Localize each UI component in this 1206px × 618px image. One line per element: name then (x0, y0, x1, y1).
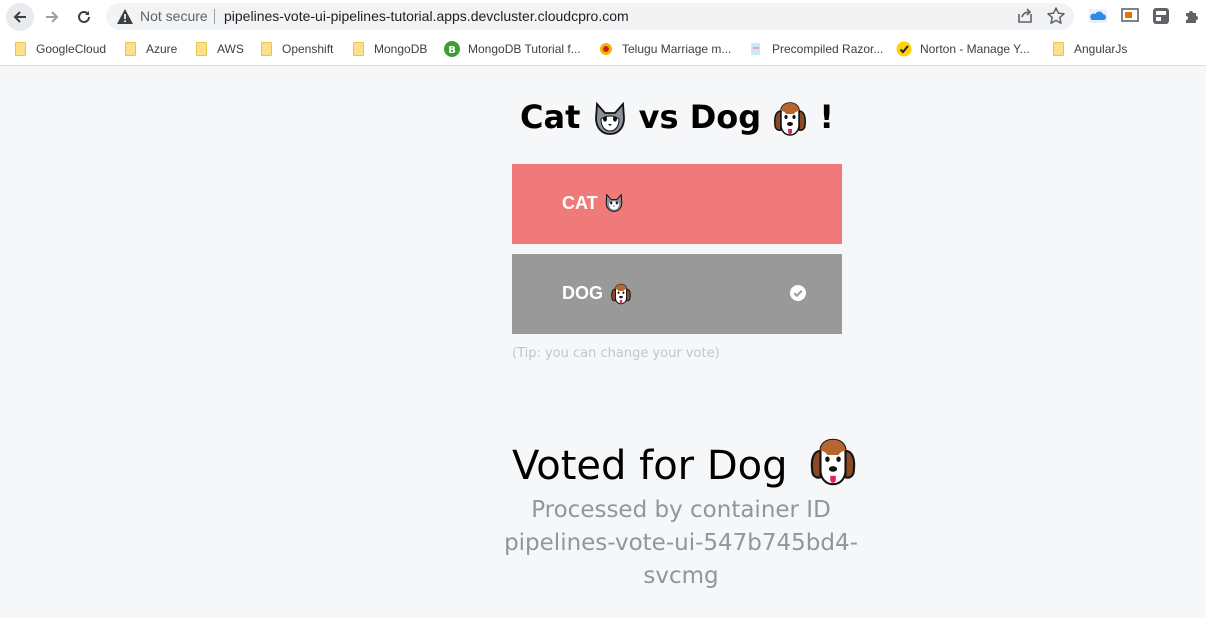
svg-text:B: B (448, 45, 456, 56)
browser-toolbar: Not secure pipelines-vote-ui-pipelines-t… (0, 0, 1206, 33)
bookmark-label: Norton - Manage Y... (920, 42, 1030, 56)
cat-face-icon (594, 101, 625, 135)
share-icon[interactable] (1016, 7, 1034, 25)
bookmark-label: AngularJs (1074, 42, 1128, 56)
bookmark-mongodb[interactable]: MongoDB (350, 39, 427, 59)
cat-face-icon (605, 193, 623, 212)
processed-line-3: svcmg (643, 563, 719, 589)
warning-triangle-icon[interactable] (116, 8, 134, 25)
site-icon (598, 41, 614, 57)
extension-icon (1153, 8, 1169, 24)
norton-icon (896, 41, 912, 57)
title-exclamation: ! (819, 98, 835, 136)
dog-face-icon (811, 438, 856, 486)
site-icon (748, 41, 764, 57)
bookmark-openshift[interactable]: Openshift (258, 39, 333, 59)
processed-by-info: Processed by container ID pipelines-vote… (500, 494, 862, 593)
bookmark-angularjs[interactable]: AngularJs (1050, 39, 1127, 59)
voted-result: Voted for Dog (512, 437, 858, 489)
folder-icon (12, 41, 28, 57)
bookmark-telugu-marriage[interactable]: Telugu Marriage m... (598, 39, 731, 59)
folder-icon (122, 41, 138, 57)
cat-button-label: CAT (562, 193, 598, 213)
bookmark-label: MongoDB Tutorial f... (468, 42, 581, 56)
bookmark-googlecloud[interactable]: GoogleCloud (12, 39, 106, 59)
star-icon[interactable] (1046, 6, 1066, 26)
extensions-button[interactable] (1182, 6, 1202, 26)
address-bar[interactable]: Not secure pipelines-vote-ui-pipelines-t… (106, 3, 1074, 30)
bookmark-label: Precompiled Razor... (772, 42, 884, 56)
address-separator (214, 9, 215, 24)
page-title: Cat vs Dog ! (512, 98, 842, 137)
title-vs-dog-text: vs Dog (638, 98, 762, 136)
bookmark-label: AWS (217, 42, 244, 56)
back-button[interactable] (6, 3, 34, 31)
url-text[interactable]: pipelines-vote-ui-pipelines-tutorial.app… (224, 8, 629, 24)
title-cat-text: Cat (519, 98, 581, 136)
bookmark-label: GoogleCloud (36, 42, 107, 56)
bookmark-precompiled-razor[interactable]: Precompiled Razor... (748, 39, 883, 59)
forward-button[interactable] (38, 3, 66, 31)
processed-line-2: pipelines-vote-ui-547b745bd4- (504, 530, 858, 556)
cast-icon (1121, 8, 1139, 22)
puzzle-icon (1186, 11, 1198, 23)
bookmark-mongodb-tutorial[interactable]: B MongoDB Tutorial f... (444, 39, 581, 59)
reload-button[interactable] (70, 3, 98, 31)
forward-arrow-icon (46, 11, 59, 23)
vote-dog-button[interactable]: DOG (512, 254, 842, 334)
dog-button-label: DOG (562, 283, 604, 303)
security-status-label[interactable]: Not secure (140, 8, 208, 24)
vote-cat-button[interactable]: CAT (512, 164, 842, 244)
bookmark-norton[interactable]: Norton - Manage Y... (896, 39, 1030, 59)
voted-text: Voted for Dog (512, 443, 788, 489)
folder-icon (193, 41, 209, 57)
bookmark-label: Telugu Marriage m... (622, 42, 732, 56)
bookmark-aws[interactable]: AWS (193, 39, 244, 59)
back-arrow-icon (13, 11, 26, 23)
processed-line-1: Processed by container ID (531, 497, 831, 523)
bookmark-label: Openshift (282, 42, 334, 56)
reload-icon (78, 10, 90, 23)
dog-face-icon (774, 102, 807, 136)
check-circle-icon (790, 285, 806, 301)
onedrive-icon (1089, 9, 1107, 23)
bookmark-label: Azure (146, 42, 178, 56)
bookmark-azure[interactable]: Azure (122, 39, 177, 59)
folder-icon (1050, 41, 1066, 57)
folder-icon (350, 41, 366, 57)
bookmark-label: MongoDB (374, 42, 428, 56)
cast-extension[interactable] (1120, 6, 1140, 26)
mongodb-icon: B (444, 41, 460, 57)
grammar-extension[interactable] (1151, 6, 1171, 26)
onedrive-extension[interactable] (1088, 6, 1108, 26)
dog-face-icon (611, 283, 631, 305)
folder-icon (258, 41, 274, 57)
vote-tip: (Tip: you can change your vote) (512, 346, 720, 361)
bookmarks-bar: GoogleCloud Azure AWS Openshift MongoDB … (0, 33, 1206, 66)
